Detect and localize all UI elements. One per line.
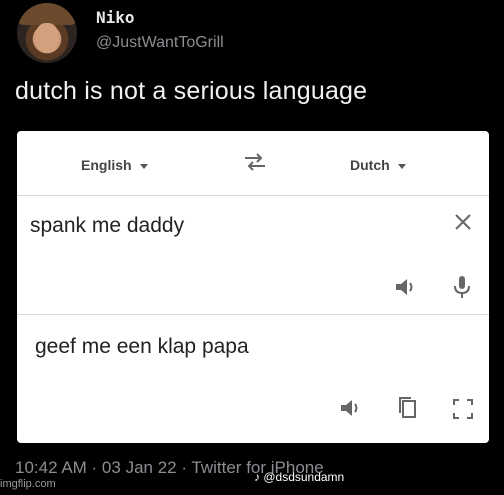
output-text: geef me een klap papa bbox=[35, 335, 249, 358]
copy-icon[interactable] bbox=[397, 395, 419, 421]
avatar[interactable] bbox=[17, 3, 77, 63]
output-area: geef me een klap papa bbox=[17, 315, 489, 443]
translate-card: English Dutch spank me daddy geef me een… bbox=[17, 131, 489, 443]
swap-languages-icon[interactable] bbox=[241, 151, 269, 173]
language-bar: English Dutch bbox=[17, 131, 489, 196]
close-icon[interactable] bbox=[451, 210, 475, 234]
chevron-down-icon bbox=[139, 163, 148, 169]
hat-shape bbox=[19, 3, 75, 25]
input-area[interactable]: spank me daddy bbox=[17, 196, 489, 315]
target-language-label: Dutch bbox=[350, 157, 390, 173]
microphone-icon[interactable] bbox=[451, 274, 473, 300]
face-shape bbox=[35, 23, 59, 53]
tiktok-overlay: ♪ @dsdsundamn bbox=[254, 470, 345, 484]
display-name[interactable]: Niko bbox=[96, 8, 135, 27]
speaker-icon[interactable] bbox=[339, 397, 363, 419]
tweet-text: dutch is not a serious language bbox=[15, 77, 368, 105]
chevron-down-icon bbox=[397, 163, 406, 169]
input-text[interactable]: spank me daddy bbox=[30, 214, 184, 238]
target-language-selector[interactable]: Dutch bbox=[350, 157, 406, 173]
source-language-selector[interactable]: English bbox=[81, 157, 148, 173]
source-language-label: English bbox=[81, 157, 132, 173]
watermark: imgflip.com bbox=[0, 478, 56, 490]
user-handle[interactable]: @JustWantToGrill bbox=[96, 34, 224, 52]
fullscreen-icon[interactable] bbox=[451, 397, 475, 421]
speaker-icon[interactable] bbox=[394, 276, 418, 298]
